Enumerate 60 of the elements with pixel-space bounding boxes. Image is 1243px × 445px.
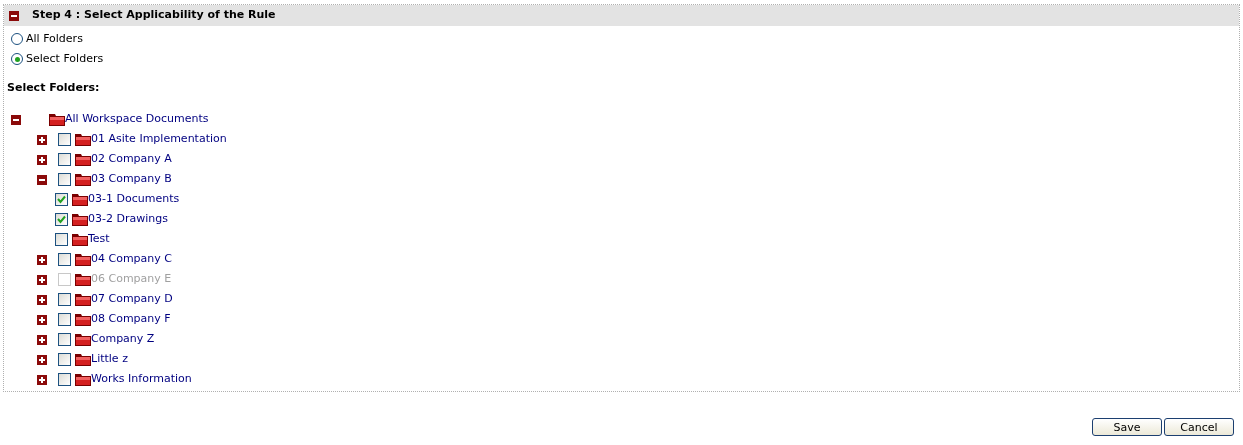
folder-icon [49, 113, 65, 126]
collapse-icon[interactable] [11, 114, 21, 125]
folder-checkbox[interactable] [58, 333, 71, 346]
folder-icon [72, 233, 88, 246]
folder-link[interactable]: 03-2 Drawings [88, 211, 168, 228]
radio-label: All Folders [26, 30, 83, 47]
folder-link[interactable]: 04 Company C [91, 251, 172, 268]
folder-icon [75, 173, 91, 186]
folder-checkbox[interactable] [58, 293, 71, 306]
expand-icon[interactable] [37, 154, 47, 165]
folder-checkbox[interactable] [58, 353, 71, 366]
expand-icon[interactable] [37, 254, 47, 265]
radio-label: Select Folders [26, 50, 104, 67]
folder-icon [75, 333, 91, 346]
folder-icon [72, 193, 88, 206]
folder-checkbox[interactable] [58, 373, 71, 386]
folder-icon [75, 273, 91, 286]
folder-icon [75, 153, 91, 166]
radio-button[interactable] [11, 33, 23, 45]
folder-checkbox[interactable] [58, 253, 71, 266]
check-icon [57, 195, 66, 204]
folder-checkbox[interactable] [55, 193, 68, 206]
folder-link[interactable]: 01 Asite Implementation [91, 131, 227, 148]
collapse-icon[interactable] [9, 10, 19, 21]
folder-checkbox[interactable] [58, 153, 71, 166]
folder-link[interactable]: 08 Company F [91, 311, 171, 328]
folder-icon [75, 313, 91, 326]
folder-link[interactable]: 03-1 Documents [88, 191, 180, 208]
expand-icon[interactable] [37, 134, 47, 145]
radio-button[interactable] [11, 53, 23, 65]
folder-icon [72, 213, 88, 226]
folder-link[interactable]: 03 Company B [91, 171, 172, 188]
folder-link[interactable]: All Workspace Documents [65, 111, 209, 128]
check-icon [57, 215, 66, 224]
folder-link[interactable]: Test [88, 231, 110, 248]
expand-icon[interactable] [37, 334, 47, 345]
expand-icon[interactable] [37, 314, 47, 325]
folder-link[interactable]: 02 Company A [91, 151, 172, 168]
folder-link[interactable]: Little z [91, 351, 128, 368]
folder-checkbox[interactable] [58, 173, 71, 186]
section-heading: Select Folders: [6, 80, 100, 96]
folder-link[interactable]: Company Z [91, 331, 155, 348]
step-title: Step 4 : Select Applicability of the Rule [32, 7, 276, 24]
folder-checkbox[interactable] [58, 313, 71, 326]
expand-icon[interactable] [37, 354, 47, 365]
folder-icon [75, 133, 91, 146]
folder-checkbox[interactable] [55, 213, 68, 226]
folder-checkbox[interactable] [55, 233, 68, 246]
folder-icon [75, 293, 91, 306]
folder-icon [75, 253, 91, 266]
expand-icon[interactable] [37, 294, 47, 305]
folder-icon [75, 353, 91, 366]
folder-link[interactable]: 07 Company D [91, 291, 173, 308]
folder-checkbox[interactable] [58, 133, 71, 146]
folder-link[interactable]: Works Information [91, 371, 192, 388]
cancel-button[interactable]: Cancel [1164, 418, 1234, 436]
expand-icon[interactable] [37, 374, 47, 385]
folder-icon [75, 373, 91, 386]
collapse-icon[interactable] [37, 174, 47, 185]
save-button[interactable]: Save [1092, 418, 1162, 436]
